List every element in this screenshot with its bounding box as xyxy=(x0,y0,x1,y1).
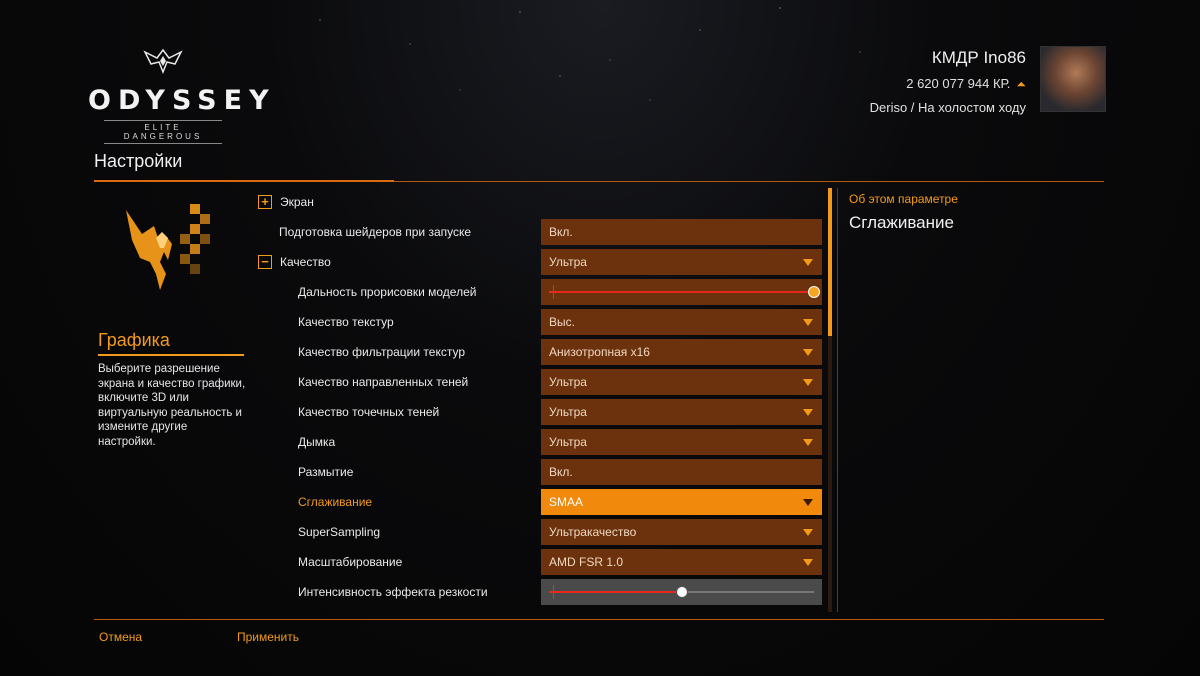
page-title: Настройки xyxy=(94,151,183,171)
apply-button[interactable]: Применить xyxy=(237,630,299,644)
commander-name: КМДР Ino86 xyxy=(931,48,1026,67)
slider-fill xyxy=(549,291,814,293)
panel-divider xyxy=(837,188,838,612)
setting-row[interactable]: Размытие Вкл. xyxy=(256,458,826,488)
setting-label: Качество точечных теней xyxy=(298,405,440,419)
collapse-icon[interactable]: − xyxy=(258,255,272,269)
setting-dropdown[interactable]: SMAA xyxy=(541,489,822,515)
slider-min-tick xyxy=(553,285,554,299)
odyssey-logo: ODYSSEY ELITE DANGEROUS xyxy=(88,48,276,144)
commander-info: КМДР Ino86 2 620 077 944 КР. ⏶ Deriso / Н… xyxy=(870,48,1026,115)
category-title: Графика xyxy=(98,330,170,350)
setting-label: Сглаживание xyxy=(298,495,373,509)
dropdown-arrow-icon[interactable] xyxy=(803,409,813,416)
category-description: Выберите разрешение экрана и качество гр… xyxy=(98,363,246,448)
setting-label: Масштабирование xyxy=(298,555,403,569)
setting-row[interactable]: Интенсивность эффекта резкости xyxy=(256,578,826,608)
setting-value: AMD FSR 1.0 xyxy=(549,555,624,569)
dropdown-arrow-icon[interactable] xyxy=(803,499,813,506)
setting-label: Интенсивность эффекта резкости xyxy=(298,585,488,599)
dropdown-arrow-icon[interactable] xyxy=(803,379,813,386)
slider-min-tick xyxy=(553,585,554,599)
setting-value-field[interactable]: Вкл. xyxy=(541,459,822,485)
logo-subtitle: ELITE DANGEROUS xyxy=(104,120,222,144)
graphics-category-icon xyxy=(126,204,210,290)
setting-label: Размытие xyxy=(298,465,354,479)
slider-track[interactable] xyxy=(549,285,820,299)
cancel-button[interactable]: Отмена xyxy=(99,630,142,644)
setting-dropdown[interactable]: Ультра xyxy=(541,399,822,425)
setting-value: SMAA xyxy=(549,495,584,509)
setting-value: Ультра xyxy=(549,255,587,269)
title-divider-glow xyxy=(94,180,394,182)
setting-label: Дымка xyxy=(298,435,336,449)
expand-icon[interactable]: + xyxy=(258,195,272,209)
setting-label: Качество xyxy=(280,255,331,269)
scrollbar-thumb[interactable] xyxy=(828,188,832,336)
elite-wings-icon xyxy=(143,48,183,75)
settings-list[interactable]: + Экран Подготовка шейдеров при запуске Вкл… xyxy=(256,188,826,612)
info-panel-param: Сглаживание xyxy=(849,213,954,232)
slider-fill xyxy=(549,591,682,593)
setting-dropdown[interactable]: Ультра xyxy=(541,369,822,395)
setting-dropdown[interactable]: Анизотропная x16 xyxy=(541,339,822,365)
setting-slider[interactable] xyxy=(541,279,822,305)
setting-label: Качество фильтрации текстур xyxy=(298,345,466,359)
setting-value-field[interactable]: Вкл. xyxy=(541,219,822,245)
setting-row[interactable]: Качество текстур Выс. xyxy=(256,308,826,338)
dropdown-arrow-icon[interactable] xyxy=(803,439,813,446)
commander-credits: 2 620 077 944 КР. ⏶ xyxy=(870,76,1026,92)
setting-dropdown[interactable]: Ультра xyxy=(541,429,822,455)
setting-row[interactable]: + Экран xyxy=(256,188,826,218)
setting-row[interactable]: − Качество Ультра xyxy=(256,248,826,278)
setting-row[interactable]: Качество фильтрации текстур Анизотропная … xyxy=(256,338,826,368)
setting-value: Выс. xyxy=(549,315,575,329)
setting-row[interactable]: Дымка Ультра xyxy=(256,428,826,458)
commander-avatar xyxy=(1040,46,1106,112)
setting-row[interactable]: Дальность прорисовки моделей xyxy=(256,278,826,308)
setting-value: Ультра xyxy=(549,375,587,389)
setting-value: Ультракачество xyxy=(549,525,637,539)
rank-icon: ⏶ xyxy=(1016,77,1026,91)
setting-value: Вкл. xyxy=(549,465,573,479)
dropdown-arrow-icon[interactable] xyxy=(803,259,813,266)
logo-title: ODYSSEY xyxy=(88,85,276,116)
setting-label: Дальность прорисовки моделей xyxy=(298,285,477,299)
setting-label: SuperSampling xyxy=(298,525,381,539)
setting-value: Вкл. xyxy=(549,225,573,239)
setting-label: Качество направленных теней xyxy=(298,375,469,389)
setting-row[interactable]: Масштабирование AMD FSR 1.0 xyxy=(256,548,826,578)
dropdown-arrow-icon[interactable] xyxy=(803,529,813,536)
setting-value: Ультра xyxy=(549,405,587,419)
setting-row[interactable]: SuperSampling Ультракачество xyxy=(256,518,826,548)
setting-value: Анизотропная x16 xyxy=(549,345,650,359)
setting-dropdown[interactable]: Ультра xyxy=(541,249,822,275)
setting-row[interactable]: Качество точечных теней Ультра xyxy=(256,398,826,428)
dropdown-arrow-icon[interactable] xyxy=(803,319,813,326)
setting-row[interactable]: Качество направленных теней Ультра xyxy=(256,368,826,398)
setting-slider[interactable] xyxy=(541,579,822,605)
setting-label: Качество текстур xyxy=(298,315,394,329)
slider-knob[interactable] xyxy=(808,286,820,298)
credits-value: 2 620 077 944 КР. xyxy=(906,76,1011,91)
setting-row[interactable]: Сглаживание SMAA xyxy=(256,488,826,518)
category-underline xyxy=(98,354,244,356)
slider-track[interactable] xyxy=(549,585,814,599)
setting-value: Ультра xyxy=(549,435,587,449)
setting-dropdown[interactable]: Ультракачество xyxy=(541,519,822,545)
slider-knob[interactable] xyxy=(675,586,688,598)
settings-scrollbar[interactable] xyxy=(828,188,832,612)
setting-label: Экран xyxy=(280,195,314,209)
dropdown-arrow-icon[interactable] xyxy=(803,349,813,356)
dropdown-arrow-icon[interactable] xyxy=(803,559,813,566)
setting-row[interactable]: Подготовка шейдеров при запуске Вкл. xyxy=(256,218,826,248)
setting-dropdown[interactable]: AMD FSR 1.0 xyxy=(541,549,822,575)
bottom-divider xyxy=(94,619,1104,620)
commander-status: Deriso / На холостом ходу xyxy=(869,100,1026,115)
setting-label: Подготовка шейдеров при запуске xyxy=(279,225,472,239)
info-panel-title: Об этом параметре xyxy=(849,192,958,206)
setting-dropdown[interactable]: Выс. xyxy=(541,309,822,335)
